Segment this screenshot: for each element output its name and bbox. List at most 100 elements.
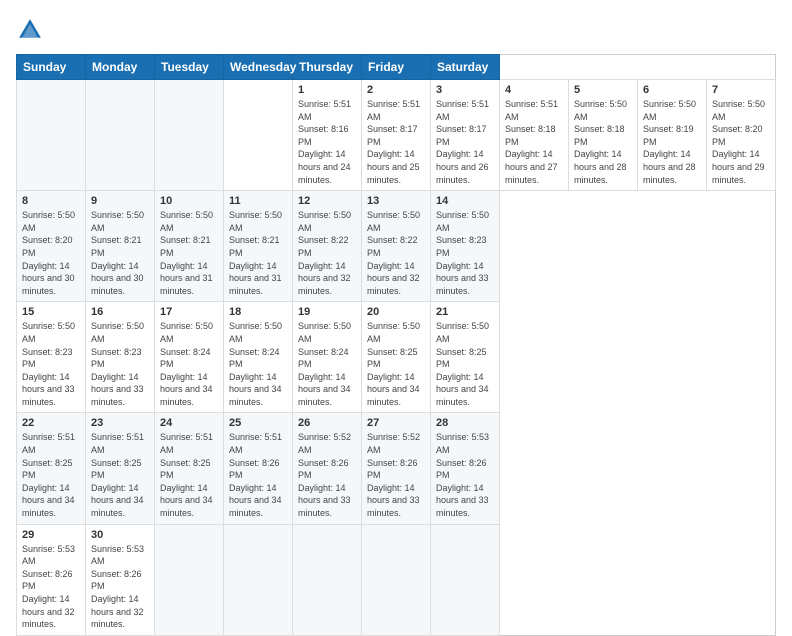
day-number: 6 xyxy=(643,84,701,96)
empty-cell xyxy=(431,524,500,635)
calendar-cell: 28Sunrise: 5:53 AMSunset: 8:26 PMDayligh… xyxy=(431,413,500,524)
cell-info: Sunrise: 5:50 AMSunset: 8:18 PMDaylight:… xyxy=(574,99,627,185)
cell-info: Sunrise: 5:50 AMSunset: 8:21 PMDaylight:… xyxy=(229,210,282,296)
day-header-thursday: Thursday xyxy=(293,55,362,80)
calendar-cell: 23 Sunrise: 5:51 AMSunset: 8:25 PMDayligh… xyxy=(86,413,155,524)
calendar-cell: 17Sunrise: 5:50 AMSunset: 8:24 PMDayligh… xyxy=(155,302,224,413)
calendar-cell: 27 Sunrise: 5:52 AMSunset: 8:26 PMDayligh… xyxy=(362,413,431,524)
logo-icon xyxy=(16,16,44,44)
cell-info: Sunrise: 5:51 AMSunset: 8:25 PMDaylight:… xyxy=(91,432,144,518)
day-number: 11 xyxy=(229,195,287,207)
day-number: 17 xyxy=(160,306,218,318)
cell-info: Sunrise: 5:53 AMSunset: 8:26 PMDaylight:… xyxy=(22,544,75,630)
day-number: 24 xyxy=(160,417,218,429)
empty-cell xyxy=(155,524,224,635)
day-number: 26 xyxy=(298,417,356,429)
day-number: 7 xyxy=(712,84,770,96)
calendar-cell: 4 Sunrise: 5:51 AMSunset: 8:18 PMDaylight… xyxy=(500,80,569,191)
page: SundayMondayTuesdayWednesdayThursdayFrid… xyxy=(0,0,792,612)
calendar-cell: 10 Sunrise: 5:50 AMSunset: 8:21 PMDayligh… xyxy=(155,191,224,302)
cell-info: Sunrise: 5:50 AMSunset: 8:25 PMDaylight:… xyxy=(367,321,420,407)
calendar-cell xyxy=(224,80,293,191)
calendar-cell: 22 Sunrise: 5:51 AMSunset: 8:25 PMDayligh… xyxy=(17,413,86,524)
day-number: 19 xyxy=(298,306,356,318)
day-number: 1 xyxy=(298,84,356,96)
empty-cell xyxy=(17,80,86,191)
calendar-cell: 29 Sunrise: 5:53 AMSunset: 8:26 PMDayligh… xyxy=(17,524,86,635)
calendar-cell: 6 Sunrise: 5:50 AMSunset: 8:19 PMDaylight… xyxy=(638,80,707,191)
cell-info: Sunrise: 5:50 AMSunset: 8:21 PMDaylight:… xyxy=(91,210,144,296)
calendar-cell: 26 Sunrise: 5:52 AMSunset: 8:26 PMDayligh… xyxy=(293,413,362,524)
day-number: 2 xyxy=(367,84,425,96)
calendar-cell: 20 Sunrise: 5:50 AMSunset: 8:25 PMDayligh… xyxy=(362,302,431,413)
calendar-cell: 14 Sunrise: 5:50 AMSunset: 8:23 PMDayligh… xyxy=(431,191,500,302)
cell-info: Sunrise: 5:52 AMSunset: 8:26 PMDaylight:… xyxy=(367,432,420,518)
logo xyxy=(16,16,48,44)
cell-info: Sunrise: 5:51 AMSunset: 8:17 PMDaylight:… xyxy=(436,99,489,185)
calendar-table: SundayMondayTuesdayWednesdayThursdayFrid… xyxy=(16,54,776,636)
day-number: 22 xyxy=(22,417,80,429)
calendar-cell: 19Sunrise: 5:50 AMSunset: 8:24 PMDayligh… xyxy=(293,302,362,413)
day-header-saturday: Saturday xyxy=(431,55,500,80)
cell-info: Sunrise: 5:51 AMSunset: 8:17 PMDaylight:… xyxy=(367,99,420,185)
calendar-cell: 3 Sunrise: 5:51 AMSunset: 8:17 PMDaylight… xyxy=(431,80,500,191)
header xyxy=(16,16,776,44)
day-number: 3 xyxy=(436,84,494,96)
calendar-cell: 2 Sunrise: 5:51 AMSunset: 8:17 PMDaylight… xyxy=(362,80,431,191)
day-header-tuesday: Tuesday xyxy=(155,55,224,80)
day-header-friday: Friday xyxy=(362,55,431,80)
calendar-cell: 1 Sunrise: 5:51 AMSunset: 8:16 PMDaylight… xyxy=(293,80,362,191)
cell-info: Sunrise: 5:50 AMSunset: 8:23 PMDaylight:… xyxy=(436,210,489,296)
cell-info: Sunrise: 5:53 AMSunset: 8:26 PMDaylight:… xyxy=(91,544,144,630)
calendar-cell: 5Sunrise: 5:50 AMSunset: 8:18 PMDaylight… xyxy=(569,80,638,191)
day-number: 25 xyxy=(229,417,287,429)
calendar-cell: 16Sunrise: 5:50 AMSunset: 8:23 PMDayligh… xyxy=(86,302,155,413)
cell-info: Sunrise: 5:51 AMSunset: 8:26 PMDaylight:… xyxy=(229,432,282,518)
day-number: 20 xyxy=(367,306,425,318)
day-header-sunday: Sunday xyxy=(17,55,86,80)
cell-info: Sunrise: 5:51 AMSunset: 8:16 PMDaylight:… xyxy=(298,99,351,185)
cell-info: Sunrise: 5:50 AMSunset: 8:21 PMDaylight:… xyxy=(160,210,213,296)
day-number: 15 xyxy=(22,306,80,318)
calendar-cell: 30 Sunrise: 5:53 AMSunset: 8:26 PMDayligh… xyxy=(86,524,155,635)
day-number: 23 xyxy=(91,417,149,429)
cell-info: Sunrise: 5:50 AMSunset: 8:24 PMDaylight:… xyxy=(229,321,282,407)
calendar-header-row: SundayMondayTuesdayWednesdayThursdayFrid… xyxy=(17,55,776,80)
calendar-cell: 18Sunrise: 5:50 AMSunset: 8:24 PMDayligh… xyxy=(224,302,293,413)
cell-info: Sunrise: 5:50 AMSunset: 8:23 PMDaylight:… xyxy=(91,321,144,407)
cell-info: Sunrise: 5:53 AMSunset: 8:26 PMDaylight:… xyxy=(436,432,489,518)
day-number: 29 xyxy=(22,529,80,541)
empty-cell xyxy=(293,524,362,635)
calendar-week-3: 15 Sunrise: 5:50 AMSunset: 8:23 PMDayligh… xyxy=(17,302,776,413)
cell-info: Sunrise: 5:51 AMSunset: 8:25 PMDaylight:… xyxy=(160,432,213,518)
cell-info: Sunrise: 5:50 AMSunset: 8:23 PMDaylight:… xyxy=(22,321,75,407)
calendar-cell: 25 Sunrise: 5:51 AMSunset: 8:26 PMDayligh… xyxy=(224,413,293,524)
empty-cell xyxy=(155,80,224,191)
calendar-cell: 13Sunrise: 5:50 AMSunset: 8:22 PMDayligh… xyxy=(362,191,431,302)
calendar-week-2: 8Sunrise: 5:50 AMSunset: 8:20 PMDaylight… xyxy=(17,191,776,302)
cell-info: Sunrise: 5:51 AMSunset: 8:18 PMDaylight:… xyxy=(505,99,558,185)
calendar-cell: 8Sunrise: 5:50 AMSunset: 8:20 PMDaylight… xyxy=(17,191,86,302)
day-header-monday: Monday xyxy=(86,55,155,80)
day-number: 10 xyxy=(160,195,218,207)
calendar-cell: 21Sunrise: 5:50 AMSunset: 8:25 PMDayligh… xyxy=(431,302,500,413)
empty-cell xyxy=(86,80,155,191)
cell-info: Sunrise: 5:50 AMSunset: 8:22 PMDaylight:… xyxy=(298,210,351,296)
day-number: 27 xyxy=(367,417,425,429)
day-number: 21 xyxy=(436,306,494,318)
empty-cell xyxy=(362,524,431,635)
calendar-week-4: 22 Sunrise: 5:51 AMSunset: 8:25 PMDayligh… xyxy=(17,413,776,524)
day-number: 14 xyxy=(436,195,494,207)
day-header-wednesday: Wednesday xyxy=(224,55,293,80)
cell-info: Sunrise: 5:50 AMSunset: 8:20 PMDaylight:… xyxy=(712,99,765,185)
cell-info: Sunrise: 5:50 AMSunset: 8:19 PMDaylight:… xyxy=(643,99,696,185)
day-number: 30 xyxy=(91,529,149,541)
day-number: 4 xyxy=(505,84,563,96)
cell-info: Sunrise: 5:52 AMSunset: 8:26 PMDaylight:… xyxy=(298,432,351,518)
cell-info: Sunrise: 5:51 AMSunset: 8:25 PMDaylight:… xyxy=(22,432,75,518)
calendar-cell: 7 Sunrise: 5:50 AMSunset: 8:20 PMDaylight… xyxy=(707,80,776,191)
calendar-cell: 15 Sunrise: 5:50 AMSunset: 8:23 PMDayligh… xyxy=(17,302,86,413)
cell-info: Sunrise: 5:50 AMSunset: 8:20 PMDaylight:… xyxy=(22,210,75,296)
cell-info: Sunrise: 5:50 AMSunset: 8:22 PMDaylight:… xyxy=(367,210,420,296)
day-number: 9 xyxy=(91,195,149,207)
